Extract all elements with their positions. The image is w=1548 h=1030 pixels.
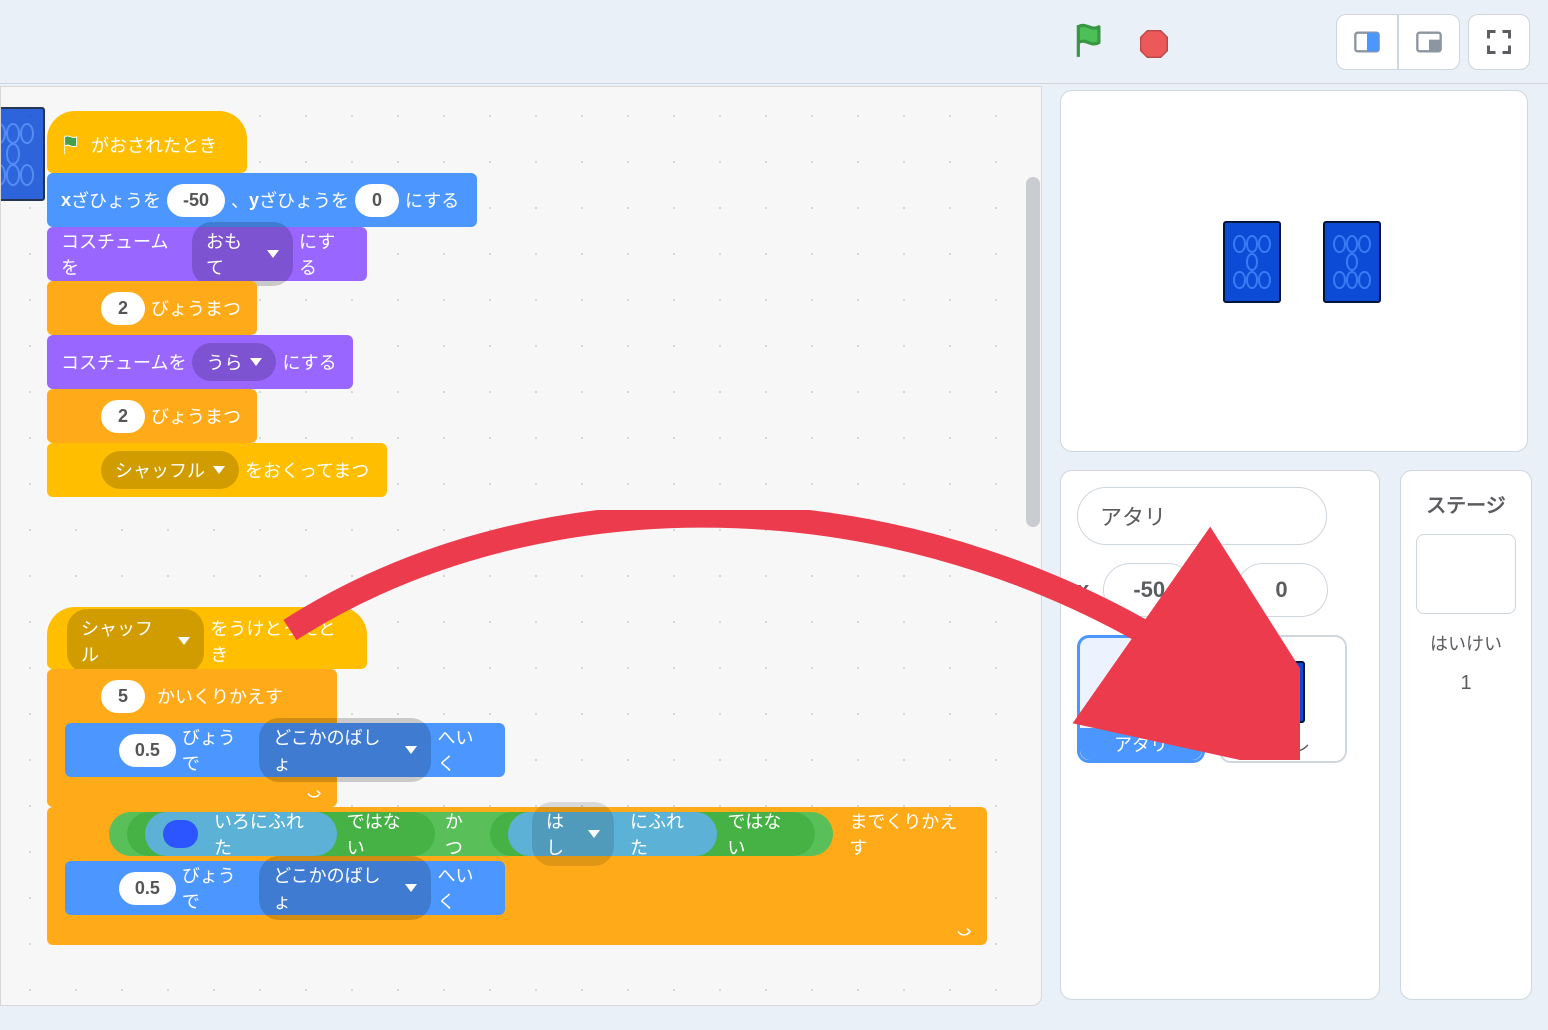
goto-xy-block[interactable]: x ざひょうを -50 、 y ざひょうを 0 にする: [47, 173, 477, 227]
sprite-tile-label: アタリ: [1080, 728, 1202, 760]
repeat-until-block[interactable]: いろにふれた ではない かつ はし にふれた ではない までくりかえす: [47, 807, 987, 945]
glide-secs-input[interactable]: 0.5: [119, 734, 176, 767]
wait-block[interactable]: 2 びょうまつ: [47, 281, 257, 335]
message-dropdown-2[interactable]: シャッフル: [67, 609, 204, 673]
x-label: x: [1077, 577, 1089, 603]
broadcast-wait-block[interactable]: シャッフル をおくってまつ: [47, 443, 387, 497]
not-operator-2[interactable]: はし にふれた ではない: [490, 812, 815, 856]
stage-sprite-atari[interactable]: [1223, 221, 1281, 303]
touching-color-reporter[interactable]: いろにふれた: [145, 812, 337, 856]
x-input[interactable]: -50: [167, 184, 225, 217]
backdrop-count: 1: [1460, 672, 1471, 695]
sprite-watermark: [0, 107, 45, 201]
costume-dropdown-2[interactable]: うら: [192, 343, 276, 381]
sprite-y-field[interactable]: 0: [1236, 563, 1328, 617]
touching-dropdown[interactable]: はし: [532, 802, 614, 866]
glide-block[interactable]: 0.5 びょうで どこかのばしょ へいく: [65, 723, 505, 777]
backdrop-thumbnail[interactable]: [1416, 534, 1516, 614]
and-operator[interactable]: いろにふれた ではない かつ はし にふれた ではない: [109, 812, 833, 856]
glide-target-dropdown-2[interactable]: どこかのばしょ: [259, 856, 431, 920]
sprite-tile-hazure[interactable]: ハズレ: [1219, 635, 1347, 763]
small-stage-button[interactable]: [1336, 14, 1398, 70]
backdrop-label: はいけい: [1430, 630, 1502, 656]
script-stack-2[interactable]: シャッフル をうけとったとき 5 かいくりかえす 0.5 びょうで どこかのばし…: [47, 607, 987, 945]
message-dropdown[interactable]: シャッフル: [101, 451, 239, 489]
when-flag-clicked-block[interactable]: がおされたとき: [47, 111, 247, 173]
stage-title: ステージ: [1426, 489, 1506, 518]
stage-view[interactable]: [1060, 90, 1528, 452]
switch-costume-block-2[interactable]: コスチュームを うら にする: [47, 335, 353, 389]
sprite-name-field[interactable]: アタリ: [1077, 487, 1327, 545]
not-operator-1[interactable]: いろにふれた ではない: [127, 812, 435, 856]
fullscreen-button[interactable]: [1468, 14, 1530, 70]
stage-sprite-hazure[interactable]: [1323, 221, 1381, 303]
sprite-x-field[interactable]: -50: [1103, 563, 1195, 617]
script-stack-1[interactable]: がおされたとき x ざひょうを -50 、 y ざひょうを 0 にする コスチュ…: [47, 111, 477, 497]
switch-costume-block[interactable]: コスチュームを おもて にする: [47, 227, 367, 281]
wait-block-2[interactable]: 2 びょうまつ: [47, 389, 257, 443]
glide-target-dropdown[interactable]: どこかのばしょ: [259, 718, 431, 782]
repeat-count-input[interactable]: 5: [101, 680, 145, 713]
when-receive-block[interactable]: シャッフル をうけとったとき: [47, 607, 367, 669]
workspace-scrollbar[interactable]: [1026, 177, 1040, 527]
touching-reporter[interactable]: はし にふれた: [508, 812, 717, 856]
large-stage-button[interactable]: [1398, 14, 1460, 70]
green-flag-icon[interactable]: [1072, 22, 1110, 65]
top-bar: [0, 0, 1548, 84]
sprite-info-panel: アタリ x -50 y 0 アタリ ハズレ: [1060, 470, 1380, 1000]
costume-dropdown[interactable]: おもて: [192, 222, 293, 286]
glide-secs-input-2[interactable]: 0.5: [119, 872, 176, 905]
repeat-block[interactable]: 5 かいくりかえす 0.5 びょうで どこかのばしょ へいく: [47, 669, 337, 807]
sprite-tile-atari[interactable]: アタリ: [1077, 635, 1205, 763]
y-input[interactable]: 0: [355, 184, 399, 217]
glide-block-2[interactable]: 0.5 びょうで どこかのばしょ へいく: [65, 861, 505, 915]
color-chip[interactable]: [163, 820, 198, 848]
script-workspace[interactable]: がおされたとき x ざひょうを -50 、 y ざひょうを 0 にする コスチュ…: [0, 86, 1042, 1006]
block-label: がおされたとき: [91, 132, 217, 158]
sprite-tile-label: ハズレ: [1221, 729, 1345, 761]
stage-selector-panel: ステージ はいけい 1: [1400, 470, 1532, 1000]
y-label: y: [1209, 577, 1221, 603]
wait-secs-input[interactable]: 2: [101, 292, 145, 325]
stop-icon[interactable]: [1138, 28, 1170, 60]
wait-secs-input-2[interactable]: 2: [101, 400, 145, 433]
